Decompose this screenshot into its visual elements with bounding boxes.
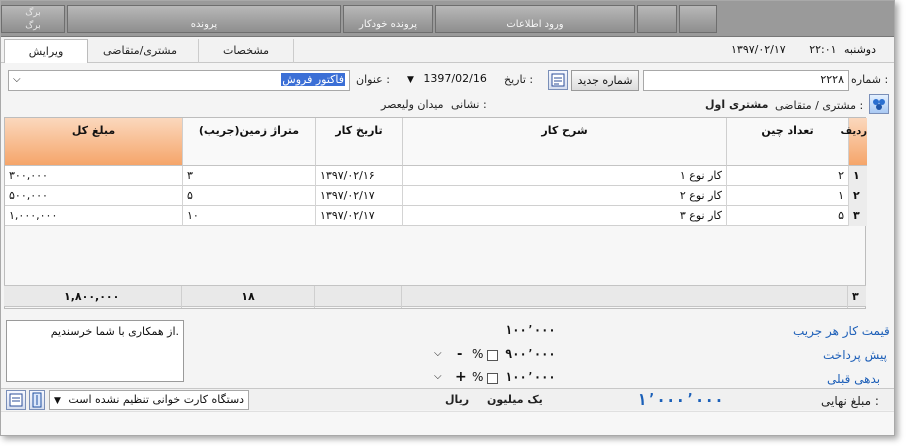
table-row[interactable]: ۳۰۰,۰۰۰ ۳ ۱۳۹۷/۰۲/۱۶ کار نوع ۱ ۲ ۱ xyxy=(5,166,867,186)
cell-desc: کار نوع ۱ xyxy=(403,166,727,186)
previous-debt-value[interactable]: ۱۰۰٬۰۰۰ xyxy=(505,370,556,384)
cell-area: ۵ xyxy=(183,186,316,206)
date-time-display: ۱۳۹۷/۰۲/۱۷ دوشنبه ۲۲:۰۱ xyxy=(731,43,876,56)
ribbon-tab-auto-parvande[interactable]: پرونده خودکار xyxy=(343,5,433,33)
card-reader-status: دستگاه کارت خوانی تنظیم نشده است xyxy=(68,393,245,406)
current-day: دوشنبه xyxy=(844,43,876,56)
cell-total: ۵۰۰,۰۰۰ xyxy=(5,186,183,206)
current-time: ۲۲:۰۱ xyxy=(809,43,837,56)
chevron-down-icon[interactable]: ▼ xyxy=(407,75,414,85)
col-header-area[interactable]: متراژ زمین(جریب) xyxy=(183,118,316,166)
memo-textarea[interactable]: از همکاری با شما خرسندیم. xyxy=(6,320,184,382)
price-per-jerib-value[interactable]: ۱۰۰٬۰۰۰ xyxy=(505,323,556,337)
total-area: ۱۸ xyxy=(182,286,315,308)
ribbon-tab-blank-1[interactable] xyxy=(637,5,677,33)
col-header-total[interactable]: مبلغ کل xyxy=(5,118,183,166)
chevron-down-icon[interactable]: ⌵ xyxy=(434,371,442,382)
cell-count: ۵ xyxy=(727,206,849,226)
table-row[interactable]: ۵۰۰,۰۰۰ ۵ ۱۳۹۷/۰۲/۱۷ کار نوع ۲ ۱ ۲ xyxy=(5,186,867,206)
cell-desc: کار نوع ۳ xyxy=(403,206,727,226)
prepayment-sign: - xyxy=(457,347,463,362)
number-label: شماره : xyxy=(851,73,889,86)
items-grid: مبلغ کل متراژ زمین(جریب) تاریخ کار شرح ک… xyxy=(4,117,867,309)
cell-desc: کار نوع ۲ xyxy=(403,186,727,206)
col-header-date[interactable]: تاریخ کار xyxy=(316,118,403,166)
address-label: نشانی : xyxy=(451,98,487,111)
cell-date: ۱۳۹۷/۰۲/۱۶ xyxy=(316,166,403,186)
total-blank-desc xyxy=(402,286,848,308)
title-select[interactable]: ⌵ فاکتور فروش xyxy=(8,70,350,91)
ribbon-tab-data-entry[interactable]: ورود اطلاعات xyxy=(435,5,635,33)
col-header-count[interactable]: تعداد چین xyxy=(727,118,849,166)
total-rows: ۳ xyxy=(852,290,859,303)
cell-area: ۳ xyxy=(183,166,316,186)
currency-label: ریال xyxy=(445,393,470,406)
tab-edit[interactable]: ویرایش xyxy=(4,39,88,63)
new-number-button[interactable]: شماره جدید xyxy=(571,70,639,91)
tab-customer[interactable]: مشتری/متقاضی xyxy=(92,39,188,63)
final-amount-label: مبلغ نهایی : xyxy=(821,394,879,408)
final-amount-words: یک میلیون xyxy=(487,393,543,406)
cell-row-index: ۳ xyxy=(849,206,867,226)
price-per-jerib-label: قیمت کار هر جریب xyxy=(793,324,890,338)
card-reader-select[interactable]: ▼ دستگاه کارت خوانی تنظیم نشده است xyxy=(49,390,249,410)
ribbon-tab-parvande[interactable]: پرونده xyxy=(67,5,341,33)
prepayment-label: پیش پرداخت xyxy=(823,348,887,362)
cell-total: ۱,۰۰۰,۰۰۰ xyxy=(5,206,183,226)
status-bar: ▼ دستگاه کارت خوانی تنظیم نشده است ریال … xyxy=(1,388,894,410)
chevron-down-icon[interactable]: ▼ xyxy=(54,396,61,406)
cell-count: ۲ xyxy=(727,166,849,186)
previous-debt-sign: + xyxy=(455,369,467,385)
cell-total: ۳۰۰,۰۰۰ xyxy=(5,166,183,186)
date-value: 1397/02/16 xyxy=(423,72,487,85)
date-label: تاریخ : xyxy=(504,73,534,86)
total-amount: ۱,۸۰۰,۰۰۰ xyxy=(4,286,182,308)
address-value: میدان ولیعصر xyxy=(381,98,444,111)
date-picker[interactable]: ▼ 1397/02/16 xyxy=(403,69,499,90)
top-ribbon: برگ برگ پرونده پرونده خودکار ورود اطلاعا… xyxy=(1,1,894,37)
title-value: فاکتور فروش xyxy=(281,73,345,86)
calculator-icon[interactable] xyxy=(548,70,568,90)
bottom-strip xyxy=(1,411,894,435)
customer-value[interactable]: مشتری اول xyxy=(705,98,768,111)
card-reader-icon[interactable] xyxy=(29,390,45,410)
current-date: ۱۳۹۷/۰۲/۱۷ xyxy=(731,43,786,56)
calculator-icon[interactable] xyxy=(6,390,26,410)
prepayment-percent-sign: % xyxy=(472,347,484,361)
previous-debt-percent-sign: % xyxy=(472,370,484,384)
ribbon-tab-barg[interactable]: برگ برگ xyxy=(1,5,65,33)
cell-area: ۱۰ xyxy=(183,206,316,226)
tab-specs[interactable]: مشخصات xyxy=(198,39,294,63)
col-header-row[interactable]: ردیف xyxy=(840,118,867,166)
app-window: برگ برگ پرونده پرونده خودکار ورود اطلاعا… xyxy=(0,0,895,436)
ribbon-tab-barg-bottom: برگ xyxy=(25,21,41,31)
prepayment-value[interactable]: ۹۰۰٬۰۰۰ xyxy=(505,347,556,361)
previous-debt-label: بدهی قبلی xyxy=(827,372,881,386)
table-row[interactable]: ۱,۰۰۰,۰۰۰ ۱۰ ۱۳۹۷/۰۲/۱۷ کار نوع ۳ ۵ ۳ xyxy=(5,206,867,226)
cell-count: ۱ xyxy=(727,186,849,206)
cell-date: ۱۳۹۷/۰۲/۱۷ xyxy=(316,206,403,226)
total-blank-date xyxy=(315,286,402,308)
title-label: عنوان : xyxy=(356,73,390,86)
ribbon-tab-barg-top: برگ xyxy=(25,8,41,18)
cell-row-index: ۲ xyxy=(849,186,867,206)
ribbon-tab-blank-2[interactable] xyxy=(679,5,717,33)
prepayment-percent-checkbox[interactable] xyxy=(487,350,498,361)
cell-row-index: ۱ xyxy=(849,166,867,186)
chevron-down-icon[interactable]: ⌵ xyxy=(434,348,442,359)
cell-date: ۱۳۹۷/۰۲/۱۷ xyxy=(316,186,403,206)
previous-debt-percent-checkbox[interactable] xyxy=(487,373,498,384)
col-header-row-label: ردیف xyxy=(840,126,867,137)
number-field[interactable]: ۲۲۲۸ xyxy=(643,70,849,91)
col-header-desc[interactable]: شرح کار xyxy=(403,118,727,166)
customer-group-icon[interactable] xyxy=(869,94,889,114)
chevron-down-icon[interactable]: ⌵ xyxy=(13,74,21,85)
final-amount-value: ۱٬۰۰۰٬۰۰۰ xyxy=(637,390,724,409)
customer-label: مشتری / متقاضی : xyxy=(775,99,864,112)
totals-row: ۱,۸۰۰,۰۰۰ ۱۸ ۳ xyxy=(4,285,866,308)
